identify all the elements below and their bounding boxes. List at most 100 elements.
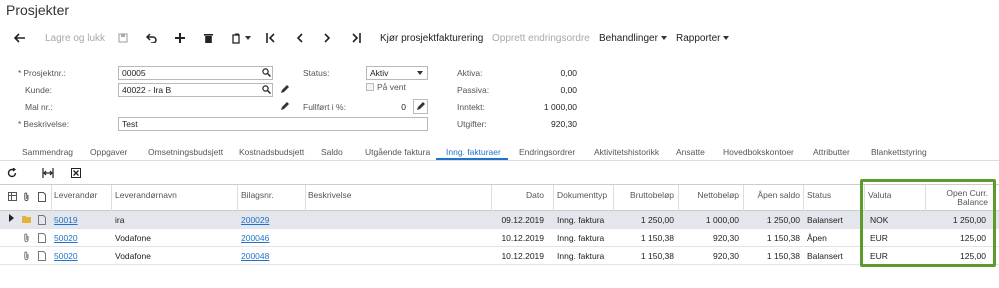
next-record-icon[interactable]: [324, 28, 331, 48]
col-open-curr-balance[interactable]: Open Curr. Balance: [928, 189, 988, 207]
col-status[interactable]: Status: [807, 190, 831, 200]
edit-icon[interactable]: [413, 99, 428, 114]
gross-amount: 1 150,38: [640, 233, 674, 243]
col-doc-no[interactable]: Bilagsnr.: [241, 190, 274, 200]
vendor-name: ira: [115, 215, 125, 225]
date: 10.12.2019: [501, 251, 544, 261]
note-icon: [38, 215, 46, 227]
tab-outgoing-invoices[interactable]: Utgående faktura: [365, 147, 430, 157]
tab-attributes[interactable]: Attributter: [813, 147, 850, 157]
col-vendor-name[interactable]: Leverandørnavn: [115, 190, 177, 200]
status-label: Status:: [303, 68, 330, 78]
save-close-button[interactable]: Lagre og lukk: [45, 28, 105, 48]
col-gross[interactable]: Bruttobeløp: [616, 190, 674, 200]
tab-revenue-budget[interactable]: Omsetningsbudsjett: [148, 147, 223, 157]
export-excel-icon[interactable]: [71, 168, 81, 180]
attachment-icon: [23, 233, 30, 245]
assets-label: Aktiva:: [457, 68, 483, 78]
date: 10.12.2019: [501, 233, 544, 243]
status: Balansert: [807, 251, 843, 261]
reports-menu[interactable]: Rapporter: [676, 28, 730, 48]
note-icon: [38, 251, 46, 263]
save-icon[interactable]: [118, 28, 128, 48]
folder-icon: [22, 215, 31, 225]
vendor-link[interactable]: 50019: [54, 215, 78, 225]
project-no-label: * Prosjektnr.:: [18, 68, 66, 78]
open-curr-balance: 125,00: [960, 233, 986, 243]
add-icon[interactable]: [175, 28, 185, 48]
doc-no-link[interactable]: 200046: [241, 233, 269, 243]
open-balance: 1 250,00: [766, 215, 800, 225]
description-label: * Beskrivelse:: [18, 119, 70, 129]
expenses-value: 920,30: [551, 119, 577, 129]
vendor-name: Vodafone: [115, 251, 151, 261]
note-icon: [38, 233, 46, 245]
vendor-link[interactable]: 50020: [54, 251, 78, 261]
expenses-label: Utgifter:: [457, 119, 487, 129]
tab-tasks[interactable]: Oppgaver: [90, 147, 127, 157]
tab-change-orders[interactable]: Endringsordrer: [519, 147, 575, 157]
tab-bar: Sammendrag Oppgaver Omsetningsbudsjett K…: [0, 143, 999, 161]
refresh-icon[interactable]: [7, 167, 17, 180]
project-no-field[interactable]: 00005: [118, 66, 273, 80]
fit-columns-icon[interactable]: [42, 168, 54, 180]
status-value: Aktiv: [370, 68, 389, 78]
liabilities-label: Passiva:: [457, 85, 490, 95]
on-hold-checkbox[interactable]: [366, 83, 374, 91]
vendor-link[interactable]: 50020: [54, 233, 78, 243]
open-curr-balance: 125,00: [960, 251, 986, 261]
net-amount: 920,30: [713, 233, 739, 243]
create-change-order-button[interactable]: Opprett endringsordre: [492, 28, 590, 48]
col-net[interactable]: Nettobeløp: [681, 190, 739, 200]
col-description[interactable]: Beskrivelse: [308, 190, 351, 200]
doc-type: Inng. faktura: [557, 215, 605, 225]
description-field[interactable]: Test: [118, 117, 428, 131]
previous-record-icon[interactable]: [296, 28, 303, 48]
col-open-balance[interactable]: Åpen saldo: [746, 190, 800, 200]
tab-gl-accounts[interactable]: Hovedbokskontoer: [723, 147, 794, 157]
currency: EUR: [870, 251, 888, 261]
edit-icon[interactable]: [280, 85, 289, 96]
tab-summary[interactable]: Sammendrag: [22, 147, 73, 157]
last-record-icon[interactable]: [352, 28, 361, 48]
col-doc-type[interactable]: Dokumenttyp: [557, 190, 607, 200]
col-vendor[interactable]: Leverandør: [54, 190, 97, 200]
col-currency[interactable]: Valuta: [868, 190, 891, 200]
chevron-down-icon: [723, 36, 730, 40]
tab-cost-budget[interactable]: Kostnadsbudsjett: [239, 147, 304, 157]
grid-settings-icon[interactable]: [8, 192, 17, 203]
project-summary-form: * Prosjektnr.: 00005 Kunde: 40022 - Ira B…: [0, 60, 999, 140]
completed-field[interactable]: 0: [366, 100, 410, 114]
note-icon: [38, 192, 46, 204]
tab-activity-history[interactable]: Aktivitetshistorikk: [594, 147, 659, 157]
chevron-down-icon: [660, 36, 667, 40]
assets-value: 0,00: [560, 68, 577, 78]
actions-menu[interactable]: Behandlinger: [599, 28, 667, 48]
first-record-icon[interactable]: [266, 28, 275, 48]
back-icon[interactable]: [14, 28, 26, 48]
gross-amount: 1 150,38: [640, 251, 674, 261]
delete-icon[interactable]: [204, 28, 213, 48]
table-row[interactable]: 50020 Vodafone 200048 10.12.2019 Inng. f…: [0, 247, 999, 265]
customer-field[interactable]: 40022 - Ira B: [118, 83, 273, 97]
reports-menu-label: Rapporter: [676, 32, 721, 44]
tab-balance[interactable]: Saldo: [321, 147, 343, 157]
doc-no-link[interactable]: 200048: [241, 251, 269, 261]
tab-employees[interactable]: Ansatte: [676, 147, 705, 157]
table-row[interactable]: 50019 ira 200029 09.12.2019 Inng. faktur…: [0, 211, 999, 229]
edit-icon[interactable]: [280, 102, 289, 113]
col-date[interactable]: Dato: [494, 190, 544, 200]
status-select[interactable]: Aktiv: [366, 66, 428, 80]
undo-icon[interactable]: [146, 28, 157, 48]
tab-form-control[interactable]: Blankettstyring: [871, 147, 927, 157]
chevron-down-icon: [417, 71, 423, 75]
copy-paste-icon[interactable]: [232, 28, 251, 48]
run-billing-button[interactable]: Kjør prosjektfakturering: [380, 28, 483, 48]
tab-incoming-invoices[interactable]: Inng. fakturaer: [446, 147, 501, 157]
search-icon[interactable]: [262, 68, 271, 79]
doc-no-link[interactable]: 200029: [241, 215, 269, 225]
search-icon[interactable]: [262, 85, 271, 96]
table-row[interactable]: 50020 Vodafone 200046 10.12.2019 Inng. f…: [0, 229, 999, 247]
grid-toolbar: [0, 164, 999, 182]
open-balance: 1 150,38: [766, 233, 800, 243]
